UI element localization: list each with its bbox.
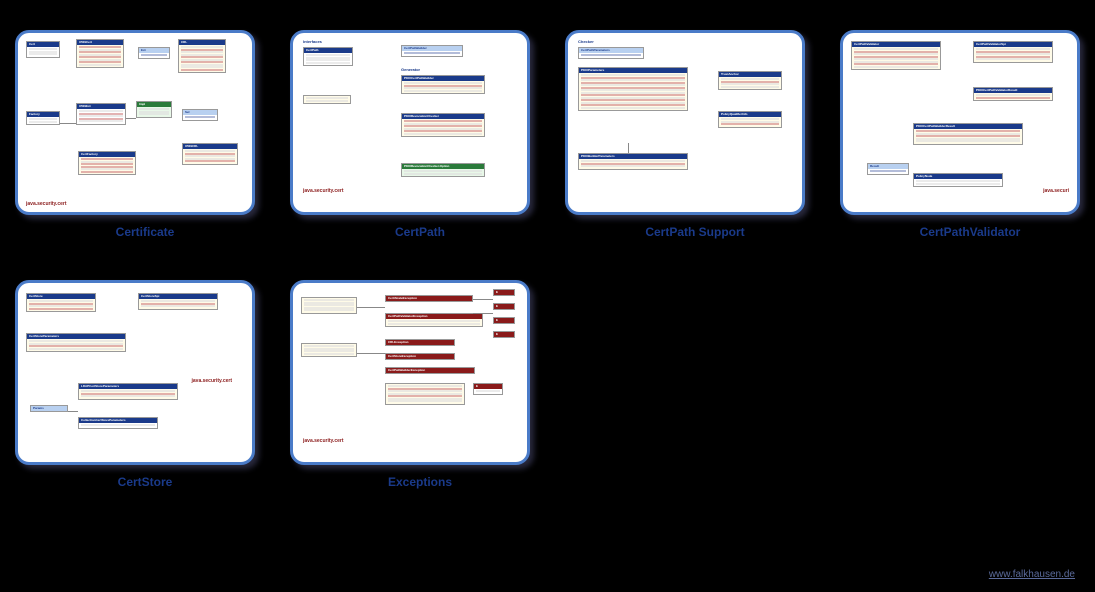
card-content: Cert X509Cert Ext CRL Factory X509Ext [15, 30, 255, 215]
card-content: Interfaces CertPath CertPathBuilder Gene… [290, 30, 530, 215]
card-caption: Exceptions [290, 475, 550, 489]
card-content: Checker CertPathParameters PKIXParameter… [565, 30, 805, 215]
card-content: CertStore CertStoreSpi CertStoreParamete… [15, 280, 255, 465]
card-caption: CertStore [15, 475, 275, 489]
package-label: java.security.cert [192, 378, 233, 384]
card-certpath-support[interactable]: Checker CertPathParameters PKIXParameter… [565, 30, 825, 265]
card-certpath[interactable]: Interfaces CertPath CertPathBuilder Gene… [290, 30, 550, 265]
card-content: CertificateException E E E E CertPathVal… [290, 280, 530, 465]
card-certstore[interactable]: CertStore CertStoreSpi CertStoreParamete… [15, 280, 275, 515]
card-certificate[interactable]: Cert X509Cert Ext CRL Factory X509Ext [15, 30, 275, 265]
package-label: java.securi [1043, 188, 1069, 194]
card-caption: Certificate [15, 225, 275, 239]
card-certpathvalidator[interactable]: CertPathValidator CertPathValidatorSpi P… [840, 30, 1095, 265]
section-interfaces: Interfaces [303, 39, 322, 44]
package-label: java.security.cert [26, 201, 67, 207]
card-caption: CertPathValidator [840, 225, 1095, 239]
card-exceptions[interactable]: CertificateException E E E E CertPathVal… [290, 280, 550, 515]
package-label: java.security.cert [303, 438, 344, 444]
package-label: java.security.cert [303, 188, 344, 194]
card-caption: CertPath [290, 225, 550, 239]
section-checker: Checker [578, 39, 594, 44]
section-generator: Generator [401, 67, 420, 72]
footer-link[interactable]: www.falkhausen.de [989, 569, 1075, 580]
card-content: CertPathValidator CertPathValidatorSpi P… [840, 30, 1080, 215]
card-caption: CertPath Support [565, 225, 825, 239]
